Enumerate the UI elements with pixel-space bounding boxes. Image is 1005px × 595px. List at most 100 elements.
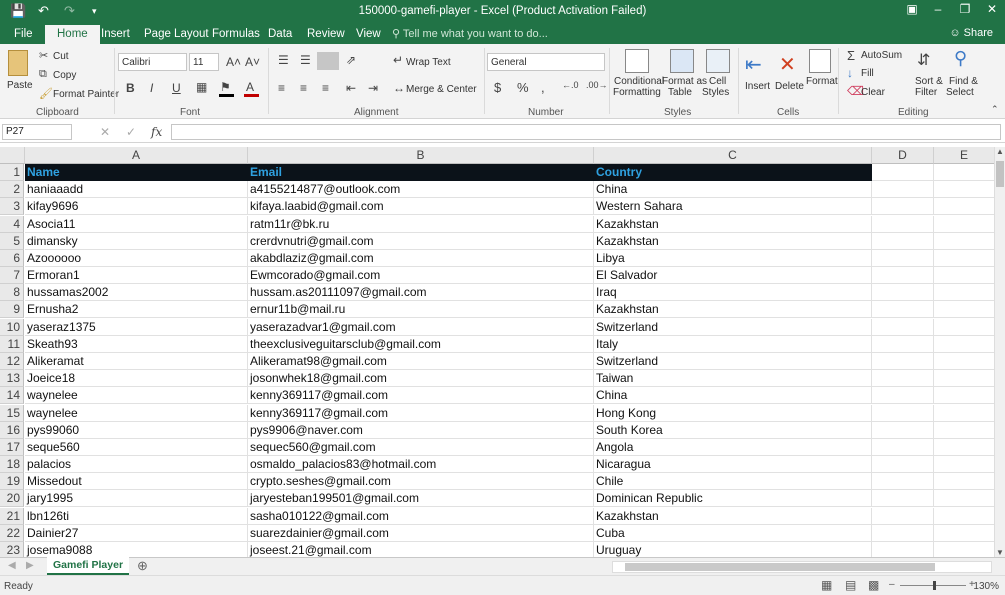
header-cell[interactable]: Name <box>25 164 248 181</box>
table-cell[interactable]: Nicaragua <box>594 456 872 474</box>
table-cell[interactable]: kifay9696 <box>25 198 248 216</box>
table-cell[interactable]: waynelee <box>25 387 248 405</box>
clear-button[interactable]: Clear <box>861 87 885 98</box>
table-cell[interactable]: sasha010122@gmail.com <box>248 507 594 525</box>
table-cell[interactable]: Taiwan <box>594 370 872 388</box>
column-header-a[interactable]: A <box>25 147 248 164</box>
table-cell[interactable]: Ernusha2 <box>25 301 248 319</box>
row-header[interactable]: 19 <box>0 473 24 491</box>
cell[interactable] <box>934 284 995 302</box>
table-cell[interactable]: Switzerland <box>594 352 872 370</box>
sheet-tab-gamefi-player[interactable]: Gamefi Player <box>47 557 130 575</box>
table-cell[interactable]: josonwhek18@gmail.com <box>248 370 594 388</box>
table-cell[interactable]: Western Sahara <box>594 198 872 216</box>
table-cell[interactable]: Missedout <box>25 473 248 491</box>
row-header[interactable]: 20 <box>0 490 24 508</box>
cell[interactable] <box>934 421 995 439</box>
page-break-view-icon[interactable]: ▩ <box>868 578 879 592</box>
restore-icon[interactable]: ❐ <box>955 2 975 16</box>
font-color-icon[interactable]: A <box>246 80 254 94</box>
orientation-icon[interactable]: ⇗ <box>346 53 356 67</box>
row-header[interactable]: 9 <box>0 301 24 319</box>
table-cell[interactable]: lbn126ti <box>25 507 248 525</box>
cell[interactable] <box>934 249 995 267</box>
cell[interactable] <box>872 335 934 353</box>
cell[interactable] <box>934 335 995 353</box>
zoom-out-icon[interactable]: – <box>889 579 895 590</box>
cell[interactable] <box>872 438 934 456</box>
increase-decimal-icon[interactable]: ←.0 <box>562 80 579 90</box>
column-header-d[interactable]: D <box>872 147 934 164</box>
fill-button[interactable]: Fill <box>861 68 874 79</box>
insert-function-icon[interactable]: fx <box>151 125 162 139</box>
table-cell[interactable]: joseest.21@gmail.com <box>248 541 594 557</box>
cell[interactable] <box>872 524 934 542</box>
cell[interactable] <box>872 387 934 405</box>
table-cell[interactable]: seque560 <box>25 438 248 456</box>
cell[interactable] <box>872 215 934 233</box>
worksheet-grid[interactable]: A B C D E 1 Name Email Country 2 haniaaadd a41… <box>0 147 1005 557</box>
formula-input[interactable] <box>171 124 1001 140</box>
cell[interactable] <box>934 541 995 557</box>
table-cell[interactable]: Switzerland <box>594 318 872 336</box>
format-as-table-button[interactable]: Format as <box>662 76 707 87</box>
table-cell[interactable]: yaseraz1375 <box>25 318 248 336</box>
cell-styles-icon[interactable] <box>706 49 730 73</box>
row-header[interactable]: 22 <box>0 524 24 542</box>
next-sheet-icon[interactable]: ▶ <box>26 560 34 571</box>
number-format-select[interactable]: General <box>487 53 605 71</box>
table-cell[interactable]: kenny369117@gmail.com <box>248 404 594 422</box>
font-size-select[interactable]: 11 <box>189 53 219 71</box>
table-cell[interactable]: palacios <box>25 456 248 474</box>
tab-home[interactable]: Home <box>45 25 100 44</box>
table-cell[interactable]: pys99060 <box>25 421 248 439</box>
insert-cells-icon[interactable]: ⇤ <box>745 52 762 77</box>
row-header[interactable]: 5 <box>0 232 24 250</box>
table-cell[interactable]: dimansky <box>25 232 248 250</box>
row-header[interactable]: 8 <box>0 284 24 302</box>
cell[interactable] <box>934 301 995 319</box>
cell[interactable] <box>934 198 995 216</box>
scroll-up-icon[interactable]: ▲ <box>996 147 1004 156</box>
row-header[interactable]: 6 <box>0 249 24 267</box>
decrease-indent-icon[interactable]: ⇤ <box>346 81 356 95</box>
align-left-icon[interactable]: ≡ <box>278 81 285 95</box>
table-cell[interactable]: theexclusiveguitarsclub@gmail.com <box>248 335 594 353</box>
wrap-text-icon[interactable]: ↵ <box>393 53 403 67</box>
collapse-ribbon-icon[interactable]: ⌃ <box>991 104 999 115</box>
table-cell[interactable]: Cuba <box>594 524 872 542</box>
row-header[interactable]: 13 <box>0 370 24 388</box>
cell[interactable] <box>872 370 934 388</box>
scroll-down-icon[interactable]: ▼ <box>996 548 1004 557</box>
table-cell[interactable]: osmaldo_palacios83@hotmail.com <box>248 456 594 474</box>
delete-cells-button[interactable]: Delete <box>775 81 804 92</box>
cell[interactable] <box>872 267 934 285</box>
zoom-level[interactable]: 130% <box>973 581 999 592</box>
row-header[interactable]: 3 <box>0 198 24 216</box>
decrease-font-icon[interactable]: A˅ <box>245 55 260 69</box>
row-header[interactable]: 1 <box>0 164 24 181</box>
cell[interactable] <box>934 387 995 405</box>
table-cell[interactable]: hussam.as20111097@gmail.com <box>248 284 594 302</box>
cell[interactable] <box>934 524 995 542</box>
scissors-icon[interactable]: ✂ <box>39 49 48 62</box>
row-header[interactable]: 21 <box>0 507 24 525</box>
increase-font-icon[interactable]: A˄ <box>226 55 241 69</box>
minimize-icon[interactable]: – <box>928 2 948 16</box>
merge-center-icon[interactable]: ↔ <box>393 81 405 95</box>
table-cell[interactable]: yaserazadvar1@gmail.com <box>248 318 594 336</box>
copy-button[interactable]: Copy <box>53 70 76 81</box>
column-header-b[interactable]: B <box>248 147 594 164</box>
cell[interactable] <box>872 490 934 508</box>
table-cell[interactable]: sequec560@gmail.com <box>248 438 594 456</box>
table-cell[interactable]: Uruguay <box>594 541 872 557</box>
tab-review[interactable]: Review <box>307 28 345 40</box>
row-header[interactable]: 11 <box>0 335 24 353</box>
table-cell[interactable]: Ewmcorado@gmail.com <box>248 267 594 285</box>
sort-filter-button[interactable]: Sort & <box>915 76 943 87</box>
comma-style-icon[interactable]: , <box>541 80 545 95</box>
table-cell[interactable]: Dominican Republic <box>594 490 872 508</box>
table-cell[interactable]: China <box>594 387 872 405</box>
table-cell[interactable]: jaryesteban199501@gmail.com <box>248 490 594 508</box>
merge-center-button[interactable]: Merge & Center <box>406 84 477 95</box>
